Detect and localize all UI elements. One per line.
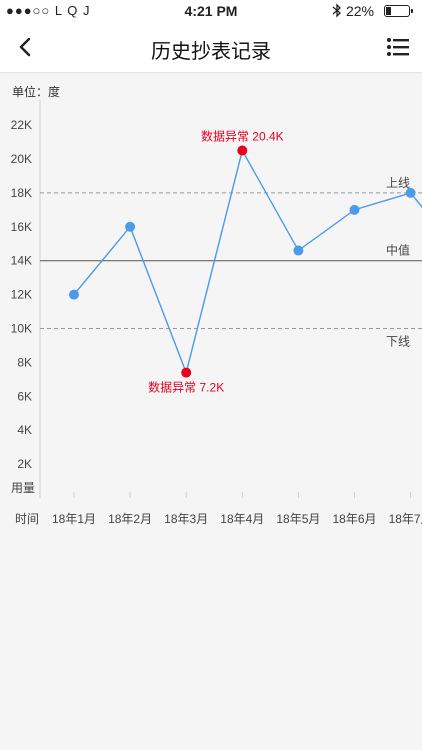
series-line (73, 148, 422, 375)
y-tick-label: 12K (11, 288, 32, 302)
data-point (125, 221, 136, 232)
y-tick-label: 20K (11, 152, 32, 166)
reference-line-label: 下线 (386, 335, 410, 349)
bluetooth-icon (332, 3, 342, 21)
y-tick-label: 14K (11, 254, 32, 268)
data-point (405, 187, 416, 198)
y-tick-label: 2K (17, 457, 32, 471)
list-icon (387, 38, 409, 56)
y-tick-label: 18K (11, 186, 32, 200)
reference-line-label: 中值 (386, 243, 410, 258)
abnormal-data-point (181, 367, 192, 378)
abnormal-annotation: 数据异常 20.4K (201, 129, 284, 144)
abnormal-annotation: 数据异常 7.2K (148, 380, 224, 395)
list-menu-button[interactable] (386, 35, 410, 59)
data-point (69, 289, 79, 300)
status-bar: ●●●○○ L Q J 4:21 PM 22% (0, 0, 422, 22)
y-axis-label: 用量 (11, 481, 35, 495)
data-point (293, 245, 304, 256)
x-tick-label: 18年7月 (389, 512, 422, 526)
x-tick-label: 18年6月 (332, 512, 376, 526)
reference-line-label: 上线 (386, 176, 410, 190)
x-tick-label: 18年1月 (52, 512, 96, 526)
x-tick-label: 18年2月 (108, 512, 152, 526)
abnormal-data-point (237, 145, 248, 156)
y-tick-label: 6K (17, 389, 32, 403)
x-tick-label: 18年5月 (276, 512, 320, 526)
y-tick-label: 4K (17, 423, 32, 437)
y-tick-label: 22K (11, 118, 32, 132)
y-tick-label: 10K (11, 322, 32, 336)
y-tick-label: 8K (17, 355, 32, 369)
x-axis-label: 时间 (15, 512, 39, 526)
page-title: 历史抄表记录 (151, 41, 271, 63)
nav-bar: 历史抄表记录 (0, 22, 422, 73)
x-tick-label: 18年4月 (220, 512, 264, 526)
y-tick-label: 16K (11, 220, 32, 234)
battery-percent: 22% (345, 3, 374, 19)
usage-line-chart: 2K 4K 6K 8K 10K 12K 14K 16K 18K 20K 22K 用量时间 18年1月 18… (11, 100, 422, 526)
battery-level (386, 7, 391, 15)
unit-label: 单位：度 (12, 85, 61, 99)
battery-icon (384, 5, 413, 17)
data-point (349, 204, 360, 215)
x-tick-label: 18年3月 (164, 512, 208, 526)
